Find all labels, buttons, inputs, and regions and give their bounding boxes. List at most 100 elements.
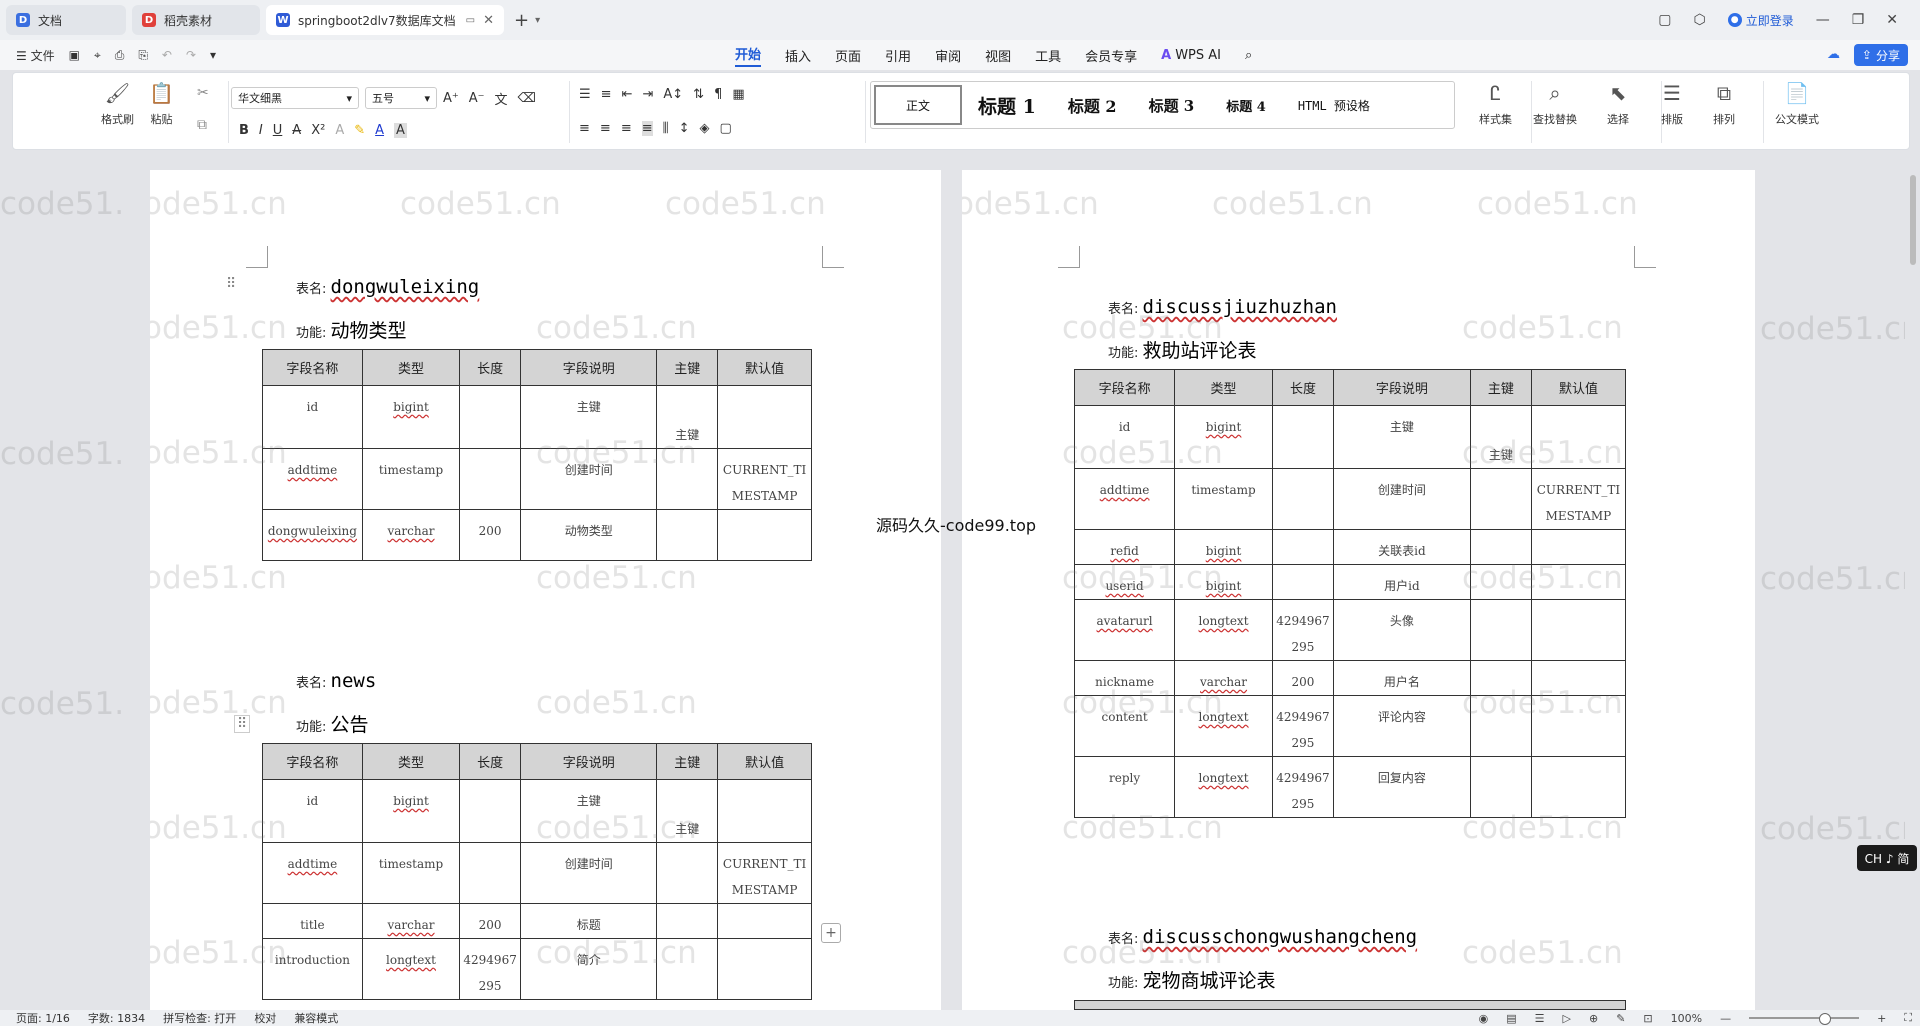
tab-review[interactable]: 审阅 xyxy=(935,46,961,65)
table-cell-pk[interactable]: 主键 xyxy=(656,385,719,449)
line-spacing-icon[interactable]: ↕ xyxy=(679,121,690,136)
table-cell-desc[interactable]: 创建时间 xyxy=(520,448,658,510)
numbered-list-icon[interactable]: ≡ xyxy=(601,87,612,102)
table-cell-name[interactable]: content xyxy=(1073,695,1176,757)
tab-current-document[interactable]: W springboot2dlv7数据库文档 ▭ ✕ xyxy=(266,5,504,35)
tab-page[interactable]: 页面 xyxy=(835,46,861,65)
italic-icon[interactable]: I xyxy=(259,123,263,138)
table-cell-def[interactable] xyxy=(717,903,812,939)
login-button[interactable]: ● 立即登录 xyxy=(1727,12,1794,29)
table-cell-len[interactable]: 200 xyxy=(459,509,522,561)
align-right-icon[interactable]: ≡ xyxy=(621,121,632,136)
justify-icon[interactable]: ≡ xyxy=(641,121,653,136)
arrange-button[interactable]: ⧉ 排列 xyxy=(1713,81,1735,127)
table-cell-len[interactable] xyxy=(1271,468,1334,530)
table-cell-name[interactable]: userid xyxy=(1073,564,1176,600)
table-cell-pk[interactable] xyxy=(1469,529,1532,565)
table-cell-desc[interactable]: 创建时间 xyxy=(520,842,658,904)
show-marks-icon[interactable]: ¶ xyxy=(714,87,722,102)
style-heading-3[interactable]: 标题 3 xyxy=(1133,95,1211,116)
table-cell-name[interactable]: nickname xyxy=(1073,660,1176,696)
table-cell-type[interactable]: varchar xyxy=(361,509,461,561)
table-cell-type[interactable]: bigint xyxy=(361,385,461,449)
table-cell-type[interactable]: longtext xyxy=(1174,695,1273,757)
table-cell-len[interactable]: 4294967295 xyxy=(459,938,522,1000)
table-cell-def[interactable] xyxy=(1530,756,1627,818)
outline-view-icon[interactable]: ☰ xyxy=(1535,1012,1545,1025)
table-cell-type[interactable]: longtext xyxy=(361,938,461,1000)
table-cell-name[interactable]: introduction xyxy=(262,938,363,1000)
table-cell-pk[interactable] xyxy=(1469,564,1532,600)
highlight-icon[interactable]: ✎ xyxy=(354,123,365,138)
play-icon[interactable]: ▷ xyxy=(1563,1012,1571,1025)
search-icon[interactable]: ⌕ xyxy=(1245,48,1252,63)
table-cell-desc[interactable]: 主键 xyxy=(520,779,658,843)
table-cell-desc[interactable]: 用户名 xyxy=(1332,660,1471,696)
table-cell-len[interactable]: 200 xyxy=(1271,660,1334,696)
style-set-button[interactable]: Ꮭ 样式集 xyxy=(1479,81,1512,127)
table-cell-len[interactable] xyxy=(459,842,522,904)
table-cell-len[interactable]: 4294967295 xyxy=(1271,599,1334,661)
export-icon[interactable]: ⌖ xyxy=(94,48,101,63)
style-heading-4[interactable]: 标题 4 xyxy=(1210,96,1282,115)
table-cell-type[interactable]: bigint xyxy=(1174,529,1273,565)
add-row-button[interactable]: + xyxy=(821,923,841,943)
table-cell-type[interactable]: longtext xyxy=(1174,756,1273,818)
tab-insert[interactable]: 插入 xyxy=(785,46,811,65)
table-cell-pk[interactable] xyxy=(1469,660,1532,696)
wps-ai-button[interactable]: A WPS AI xyxy=(1161,48,1221,63)
decrease-font-icon[interactable]: A⁻ xyxy=(469,91,485,106)
tab-view[interactable]: 视图 xyxy=(985,46,1011,65)
file-menu[interactable]: ☰ 文件 xyxy=(16,47,55,64)
pen-icon[interactable]: ✎ xyxy=(1616,1012,1625,1025)
table-cell-def[interactable] xyxy=(1530,695,1627,757)
table-cell-len[interactable]: 4294967295 xyxy=(1271,756,1334,818)
quick-access-chevron-icon[interactable]: ▾ xyxy=(210,48,216,62)
table-cell-pk[interactable]: 主键 xyxy=(656,779,719,843)
table-cell-desc[interactable]: 评论内容 xyxy=(1332,695,1471,757)
cube-icon[interactable]: ⬡ xyxy=(1693,12,1705,28)
table-cell-pk[interactable] xyxy=(1469,468,1532,530)
table-cell-pk[interactable] xyxy=(656,509,719,561)
chevron-down-icon[interactable]: ▾ xyxy=(535,15,540,26)
table-cell-type[interactable]: bigint xyxy=(1174,564,1273,600)
table-cell-pk[interactable] xyxy=(656,448,719,510)
table-cell-desc[interactable]: 头像 xyxy=(1332,599,1471,661)
clear-format-icon[interactable]: ⌫ xyxy=(518,91,536,106)
proofread[interactable]: 校对 xyxy=(254,1010,276,1026)
style-normal[interactable]: 正文 xyxy=(874,85,962,125)
table-cell-name[interactable]: id xyxy=(262,385,363,449)
layout-button[interactable]: ☰ 排版 xyxy=(1661,81,1683,127)
phonetic-icon[interactable]: 文 xyxy=(495,89,508,108)
grid-icon[interactable]: ▦ xyxy=(732,87,744,102)
table-cell-def[interactable]: CURRENT_TIMESTAMP xyxy=(717,448,812,510)
cut-icon[interactable]: ✂ xyxy=(197,85,209,101)
close-window-icon[interactable]: ✕ xyxy=(1886,12,1898,28)
share-button[interactable]: ⇪ 分享 xyxy=(1853,44,1908,66)
web-view-icon[interactable]: ⊕ xyxy=(1589,1012,1598,1025)
table-cell-len[interactable]: 4294967295 xyxy=(1271,695,1334,757)
table-cell-pk[interactable] xyxy=(656,842,719,904)
fullscreen-icon[interactable]: ⛶ xyxy=(1904,1011,1912,1025)
table-cell-def[interactable] xyxy=(717,779,812,843)
window-icon[interactable]: ▭ xyxy=(466,15,475,26)
tab-docer[interactable]: D 稻壳素材 xyxy=(132,5,260,35)
distribute-icon[interactable]: ⫼ xyxy=(663,121,669,136)
table-cell-type[interactable]: bigint xyxy=(1174,405,1273,469)
style-heading-2[interactable]: 标题 2 xyxy=(1052,93,1133,117)
sort-icon[interactable]: ⇅ xyxy=(693,87,704,102)
table-cell-def[interactable] xyxy=(717,938,812,1000)
tab-home[interactable]: 开始 xyxy=(735,44,762,67)
table-cell-desc[interactable]: 用户id xyxy=(1332,564,1471,600)
table-cell-desc[interactable]: 标题 xyxy=(520,903,658,939)
table-cell-name[interactable]: title xyxy=(262,903,363,939)
new-tab-icon[interactable]: + xyxy=(514,10,529,31)
drag-handle-icon[interactable]: ⠿ xyxy=(226,276,236,292)
table-cell-len[interactable]: 200 xyxy=(459,903,522,939)
minimize-icon[interactable]: — xyxy=(1816,12,1830,28)
paste-button[interactable]: 📋 粘贴 xyxy=(149,81,174,127)
table-cell-name[interactable]: id xyxy=(1073,405,1176,469)
table-move-handle-icon[interactable]: ⠿ xyxy=(234,715,251,733)
table-cell-len[interactable] xyxy=(1271,405,1334,469)
table-cell-desc[interactable]: 主键 xyxy=(520,385,658,449)
